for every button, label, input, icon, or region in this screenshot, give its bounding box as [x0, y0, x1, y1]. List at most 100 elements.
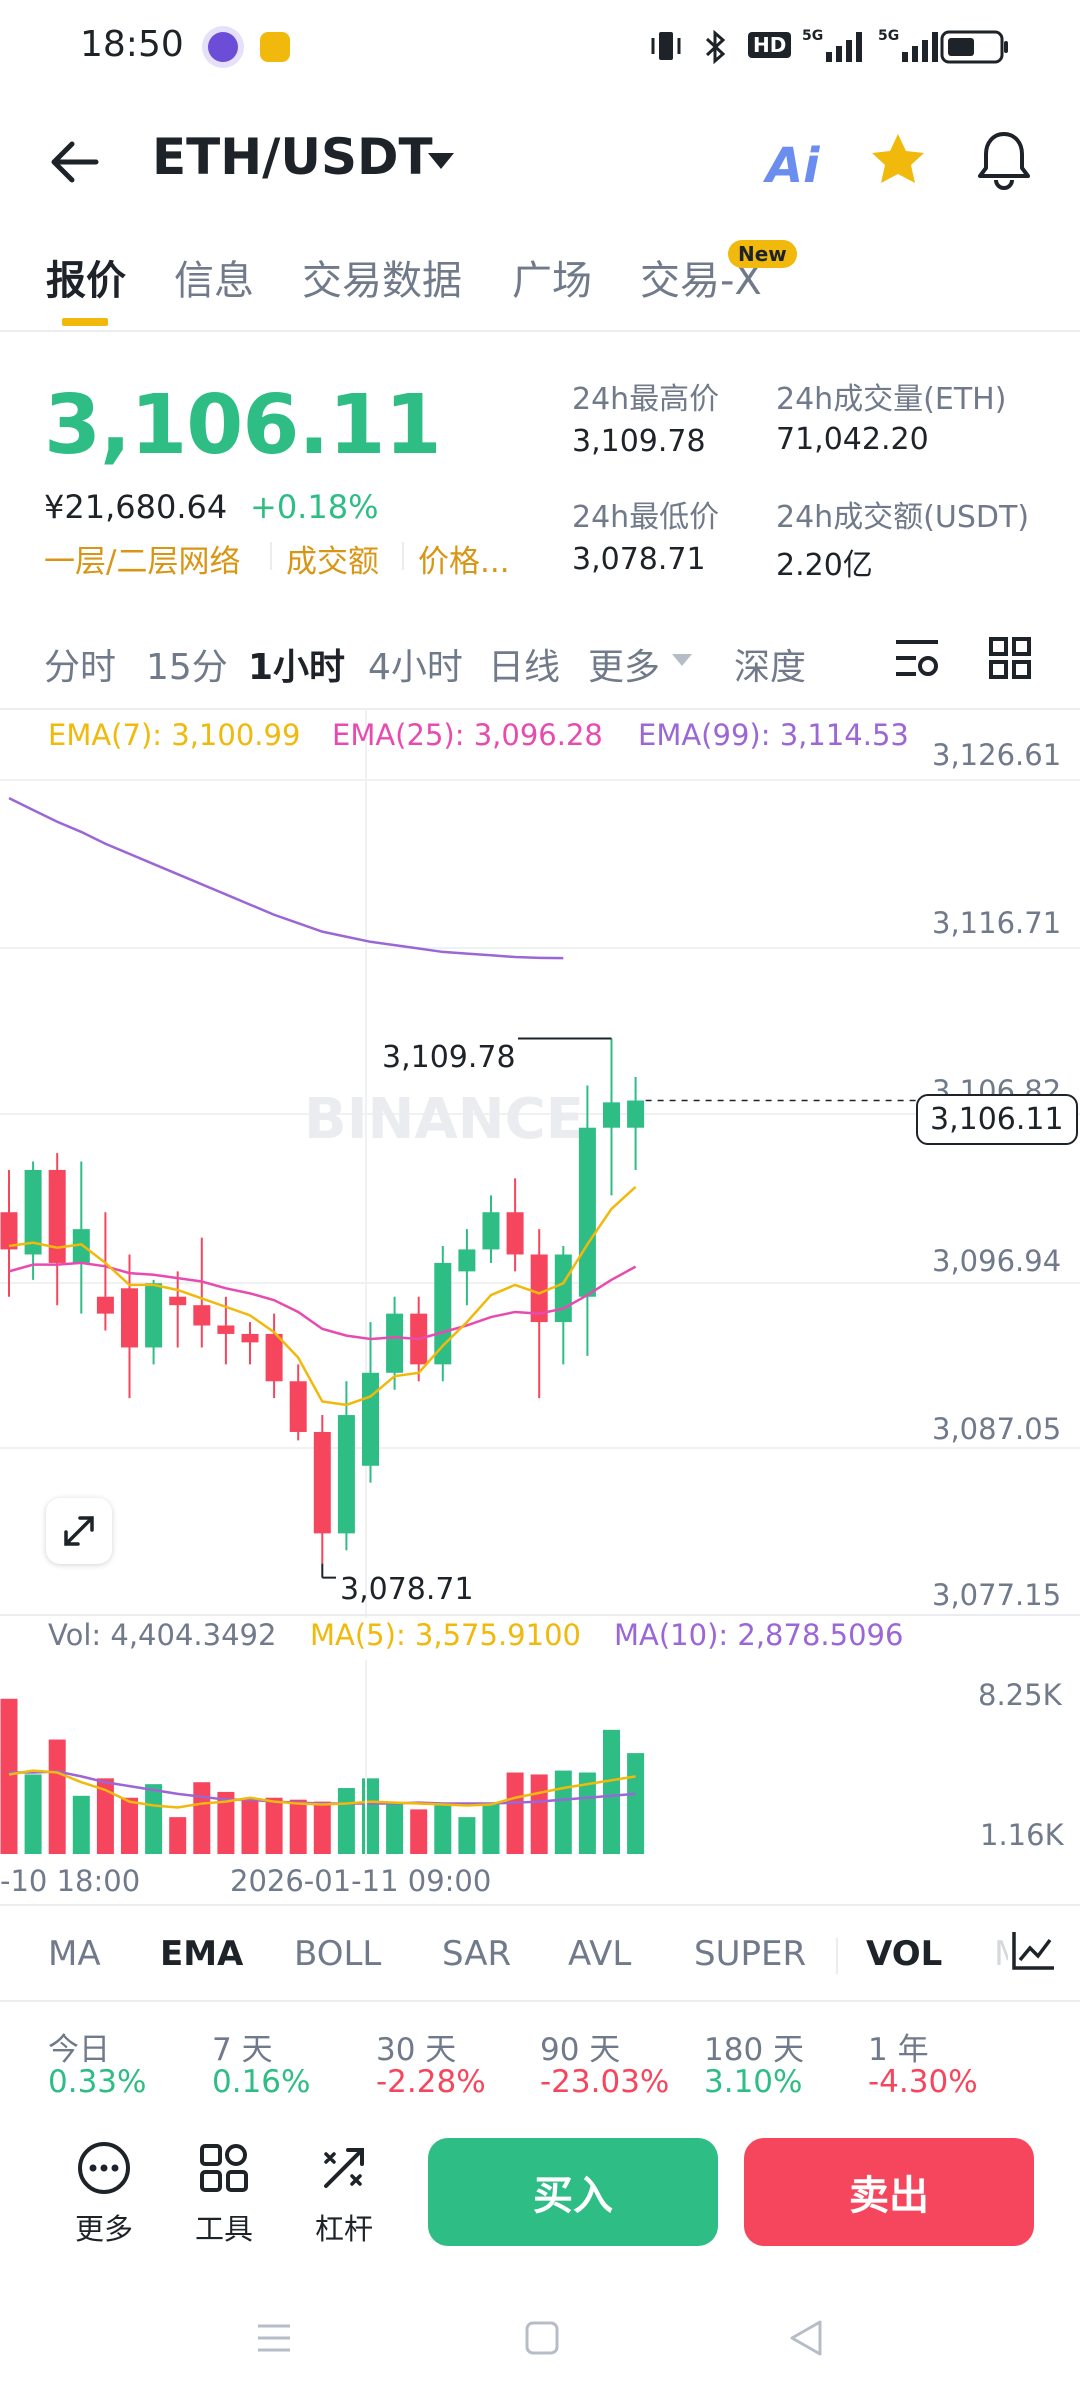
volume-bar — [627, 1753, 645, 1854]
pair-title[interactable]: ETH/USDT — [152, 128, 433, 186]
bell-icon[interactable] — [974, 128, 1034, 190]
buy-button[interactable]: 买入 — [428, 2138, 718, 2246]
candle-body — [265, 1333, 283, 1382]
svg-text:5G: 5G — [802, 28, 823, 44]
indicator-sar[interactable]: SAR — [442, 1934, 511, 1974]
perf-value-7d: 0.16% — [212, 2064, 311, 2100]
indicator-ma[interactable]: MA — [48, 1934, 101, 1974]
tab-quote[interactable]: 报价 — [46, 248, 126, 306]
candle-body — [0, 1212, 18, 1250]
tab-trading-data[interactable]: 交易数据 — [302, 248, 462, 306]
tag-separator — [270, 542, 272, 570]
price-axis-label: 3,126.61 — [932, 738, 1062, 772]
tag-layer-network[interactable]: 一层/二层网络 — [44, 536, 240, 581]
volume-bar — [458, 1817, 476, 1854]
candle-body — [217, 1325, 235, 1334]
stat-turnover-value: 2.20亿 — [776, 548, 873, 583]
perf-label-180d: 180 天 — [704, 2032, 805, 2068]
back-nav-icon[interactable] — [786, 2318, 826, 2358]
candle-body — [386, 1313, 404, 1373]
perf-divider — [0, 2000, 1080, 2002]
perf-value-180d: 3.10% — [704, 2064, 803, 2100]
interval-more[interactable]: 更多 — [588, 638, 660, 690]
volume-axis-label: 8.25K — [978, 1678, 1062, 1712]
candle-body — [96, 1296, 114, 1314]
indicator-divider — [0, 1904, 1080, 1906]
signal-5g-icon: 5G — [802, 28, 862, 62]
price-chart[interactable]: BINANCE — [0, 708, 1080, 1618]
candle-body — [121, 1288, 138, 1348]
volume-bar — [193, 1782, 211, 1854]
volume-chart[interactable] — [0, 1660, 1080, 1856]
perf-value-today: 0.33% — [48, 2064, 147, 2100]
volume-bar — [386, 1803, 404, 1854]
interval-15m[interactable]: 15分 — [146, 638, 228, 690]
volume-bar — [506, 1772, 524, 1854]
candle-body — [603, 1102, 620, 1128]
interval-depth[interactable]: 深度 — [734, 638, 806, 690]
price-axis-label: 3,077.15 — [932, 1578, 1062, 1612]
candle-body — [337, 1415, 355, 1534]
volume-bar — [289, 1799, 307, 1854]
price-change: +0.18% — [250, 488, 379, 526]
candle-body — [434, 1262, 452, 1365]
volume-bar — [362, 1778, 379, 1854]
perf-label-30d: 30 天 — [376, 2032, 457, 2068]
volume-bar — [530, 1774, 548, 1854]
perf-value-30d: -2.28% — [376, 2064, 486, 2100]
candle-body — [193, 1305, 211, 1326]
interval-4h[interactable]: 4小时 — [368, 638, 463, 690]
expand-chart-button[interactable] — [46, 1498, 112, 1564]
sell-button[interactable]: 卖出 — [744, 2138, 1034, 2246]
indicator-avl[interactable]: AVL — [568, 1934, 631, 1974]
volume-legend: Vol: 4,404.3492 — [48, 1618, 277, 1652]
new-badge: New — [728, 240, 797, 268]
price-axis-label: 3,116.71 — [932, 906, 1062, 940]
interval-daily[interactable]: 日线 — [488, 638, 560, 690]
indicator-super[interactable]: SUPER — [694, 1934, 806, 1974]
chevron-down-icon[interactable] — [426, 150, 456, 172]
indicator-settings-icon[interactable] — [1008, 1928, 1058, 1974]
price-axis-label: 3,096.94 — [932, 1244, 1062, 1278]
candle-body — [578, 1127, 596, 1297]
more-tool-label: 更多 — [74, 2212, 133, 2246]
interval-1h[interactable]: 1小时 — [248, 638, 345, 690]
back-arrow-icon[interactable] — [46, 138, 102, 186]
candle-body — [627, 1100, 645, 1128]
volume-bar — [434, 1805, 452, 1854]
tab-square[interactable]: 广场 — [512, 248, 592, 306]
stat-volume-label: 24h成交量(ETH) — [776, 382, 1007, 417]
price-axis-label: 3,087.05 — [932, 1412, 1062, 1446]
leverage-tool-label: 杠杆 — [314, 2212, 373, 2246]
perf-label-1y: 1 年 — [868, 2032, 929, 2068]
status-bar: 18:50 HD 5G 5G — [0, 0, 1080, 96]
tag-volume[interactable]: 成交额 — [286, 536, 379, 581]
tag-price[interactable]: 价格... — [418, 536, 510, 581]
volume-bar — [603, 1729, 620, 1854]
menu-nav-icon[interactable] — [254, 2318, 294, 2358]
leverage-tool[interactable]: 杠杆 — [296, 2140, 392, 2248]
tag-separator — [402, 542, 404, 570]
candle-body — [313, 1431, 331, 1534]
volume-bar — [410, 1809, 428, 1854]
bluetooth-icon — [705, 29, 726, 65]
indicator-boll[interactable]: BOLL — [294, 1934, 381, 1974]
tools-tool-label: 工具 — [194, 2212, 253, 2246]
volume-bar — [48, 1739, 66, 1854]
more-chevron-icon[interactable] — [670, 652, 694, 668]
stat-turnover-label: 24h成交额(USDT) — [776, 500, 1030, 535]
star-favorite-icon[interactable] — [868, 130, 928, 190]
tab-info[interactable]: 信息 — [174, 248, 254, 306]
candle-body — [458, 1249, 476, 1272]
interval-timeline[interactable]: 分时 — [44, 638, 116, 690]
chart-settings-icon[interactable] — [894, 636, 940, 680]
volume-bar — [265, 1797, 283, 1854]
tools-tool[interactable]: 工具 — [176, 2140, 272, 2248]
home-nav-icon[interactable] — [522, 2318, 562, 2358]
more-tool[interactable]: 更多 — [56, 2140, 152, 2248]
ai-button[interactable]: Ai — [766, 138, 820, 194]
layout-grid-icon[interactable] — [988, 636, 1032, 680]
indicator-vol[interactable]: VOL — [866, 1934, 942, 1974]
vibrate-icon — [651, 32, 681, 60]
indicator-ema[interactable]: EMA — [160, 1934, 243, 1974]
